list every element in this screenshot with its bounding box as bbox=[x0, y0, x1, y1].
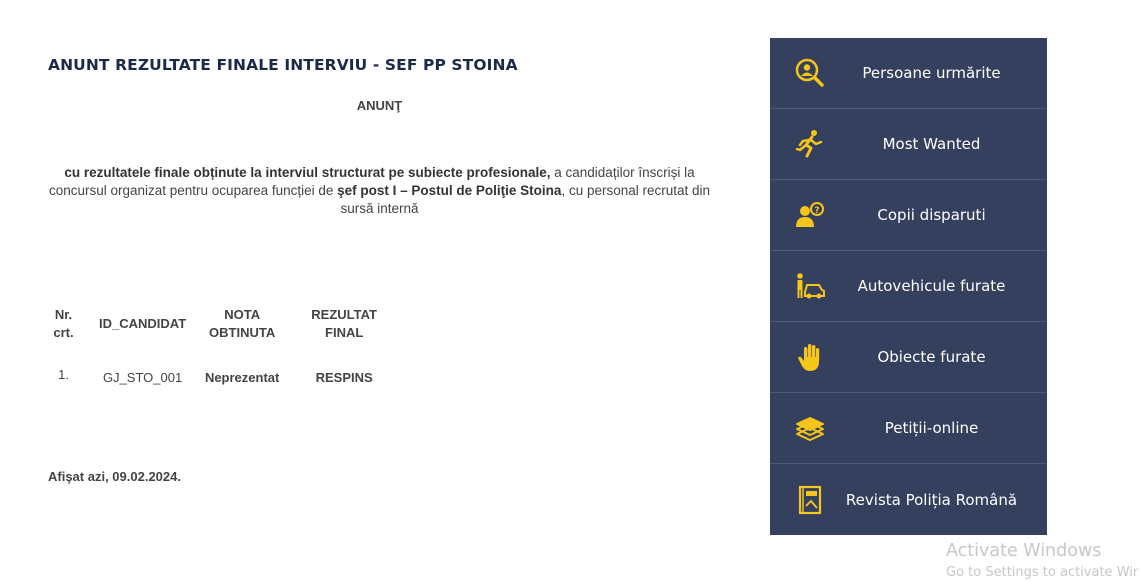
announcement-heading: ANUNŢ bbox=[356, 98, 403, 113]
header-nr-line2: crt. bbox=[53, 325, 74, 340]
windows-activation-watermark: Activate Windows Go to Settings to activ… bbox=[946, 541, 1138, 580]
sidebar-item-label: Revista Poliția Română bbox=[845, 490, 1018, 509]
sidebar-item-label: Autovehicule furate bbox=[857, 277, 1006, 295]
announcement-intro: cu rezultatele finale obținute la interv… bbox=[48, 164, 711, 218]
article: ANUNT REZULTATE FINALE INTERVIU - SEF PP… bbox=[48, 56, 718, 484]
header-nota-line2: OBTINUTA bbox=[209, 325, 276, 340]
header-id-candidat: ID_CANDIDAT bbox=[99, 316, 187, 331]
sidebar-item-copii-disparuti[interactable]: ? Copii disparuti bbox=[770, 180, 1047, 251]
sidebar-item-petitii-online[interactable]: Petiții-online bbox=[770, 393, 1047, 464]
sidebar-item-label: Obiecte furate bbox=[877, 348, 986, 366]
table-row: 1. GJ_STO_001 Neprezentat RESPINS bbox=[48, 367, 390, 385]
quick-links-sidebar: Persoane urmărite Most Wanted ? Copii di… bbox=[770, 38, 1047, 535]
posted-date: Afişat azi, 09.02.2024. bbox=[48, 469, 181, 484]
header-rezultat: REZULTAT FINAL bbox=[290, 306, 390, 342]
stolen-car-icon bbox=[792, 268, 828, 304]
intro-post-name: şef post I – Postul de Poliţie Stoina bbox=[337, 183, 562, 198]
page-title: ANUNT REZULTATE FINALE INTERVIU - SEF PP… bbox=[48, 56, 518, 74]
header-nota: NOTA OBTINUTA bbox=[186, 306, 290, 342]
cell-rezultat: RESPINS bbox=[315, 370, 373, 385]
running-man-icon bbox=[792, 126, 828, 162]
sidebar-item-autovehicule-furate[interactable]: Autovehicule furate bbox=[770, 251, 1047, 322]
cell-nr: 1. bbox=[58, 367, 69, 382]
sidebar-item-obiecte-furate[interactable]: Obiecte furate bbox=[770, 322, 1047, 393]
results-table: Nr. crt. ID_CANDIDAT NOTA OBTINUTA REZULTA… bbox=[48, 306, 390, 385]
header-nr-crt: Nr. crt. bbox=[48, 306, 79, 342]
intro-bold-text: cu rezultatele finale obținute la interv… bbox=[64, 165, 551, 180]
missing-child-icon: ? bbox=[792, 197, 828, 233]
header-nr-line1: Nr. bbox=[54, 307, 73, 322]
hand-icon bbox=[792, 339, 828, 375]
sidebar-item-revista-politia-romana[interactable]: Revista Poliția Română bbox=[770, 464, 1047, 535]
header-rez-line1: REZULTAT bbox=[311, 307, 378, 322]
sidebar-item-label: Copii disparuti bbox=[877, 206, 986, 224]
header-rez-line2: FINAL bbox=[325, 325, 364, 340]
documents-icon bbox=[792, 410, 828, 446]
sidebar-item-most-wanted[interactable]: Most Wanted bbox=[770, 109, 1047, 180]
table-header-row: Nr. crt. ID_CANDIDAT NOTA OBTINUTA REZULTA… bbox=[48, 306, 390, 342]
svg-text:?: ? bbox=[814, 206, 819, 216]
sidebar-item-persoane-urmarite[interactable]: Persoane urmărite bbox=[770, 38, 1047, 109]
header-nota-line1: NOTA bbox=[224, 307, 261, 322]
sidebar-item-label: Most Wanted bbox=[882, 135, 981, 153]
sidebar-item-label: Petiții-online bbox=[884, 419, 979, 437]
cell-nota: Neprezentat bbox=[204, 370, 280, 385]
sidebar-item-label: Persoane urmărite bbox=[862, 64, 1001, 82]
search-person-icon bbox=[792, 55, 828, 91]
watermark-subtitle: Go to Settings to activate Wir bbox=[946, 565, 1139, 580]
cell-id: GJ_STO_001 bbox=[102, 370, 183, 385]
watermark-title: Activate Windows bbox=[946, 541, 1102, 561]
magazine-icon bbox=[792, 482, 828, 518]
